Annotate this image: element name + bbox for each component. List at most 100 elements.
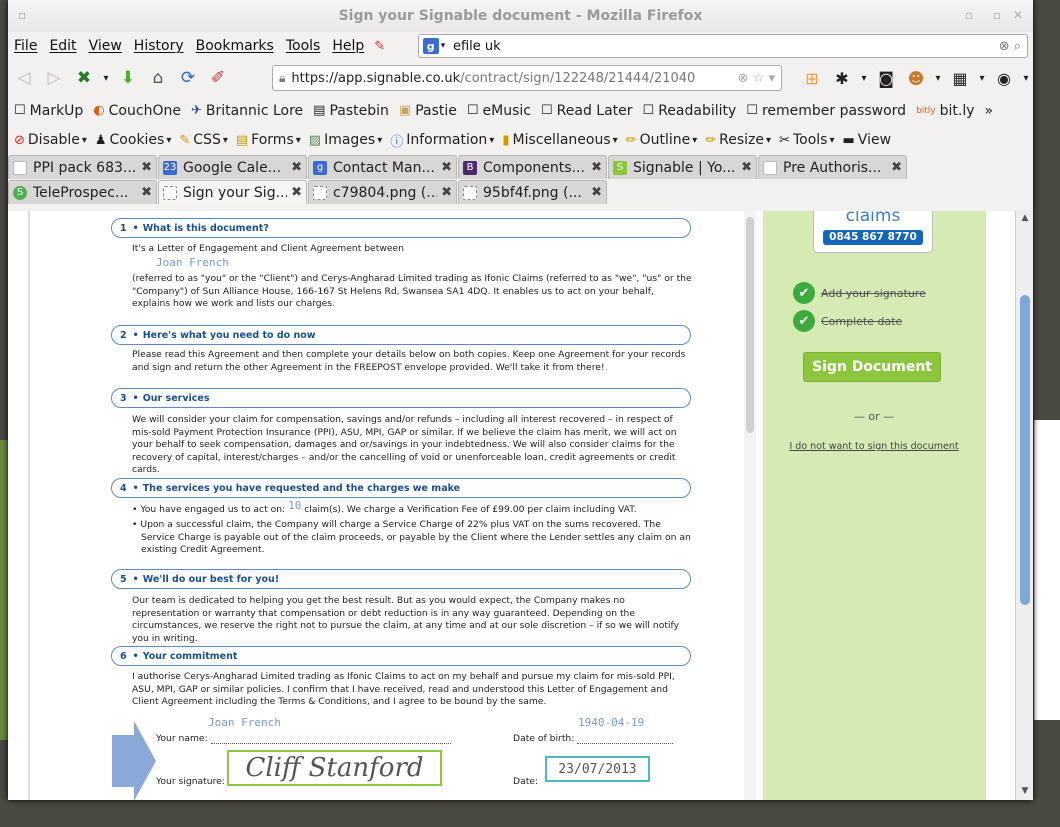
- rss-icon[interactable]: ⊞: [797, 66, 827, 90]
- bookmark-remember-password[interactable]: ☐ remember password: [746, 103, 906, 119]
- wd-resize[interactable]: ✏ Resize ▾: [705, 132, 771, 148]
- tab-signable[interactable]: S Signable | Yo... ✖: [608, 155, 757, 179]
- document-scroll-thumb[interactable]: [746, 217, 754, 433]
- menu-view[interactable]: View: [89, 38, 122, 54]
- tab-close-icon[interactable]: ✖: [441, 160, 452, 175]
- tab-close-icon[interactable]: ✖: [291, 185, 302, 200]
- tab-close-icon[interactable]: ✖: [141, 160, 152, 175]
- forward-icon[interactable]: ▷: [40, 64, 68, 92]
- bookmarks-overflow-icon[interactable]: »: [985, 103, 994, 119]
- tab-teleprospector[interactable]: S TeleProspec... ✖: [8, 180, 157, 204]
- reload-icon[interactable]: ⟳: [174, 64, 202, 92]
- search-box[interactable]: g ▾ efile uk ⊗ ⌕: [418, 34, 1028, 58]
- account-icon[interactable]: ◉: [989, 66, 1019, 90]
- page-scroll-thumb[interactable]: [1020, 295, 1030, 605]
- sign-document-button[interactable]: Sign Document: [803, 352, 941, 382]
- tab-close-icon[interactable]: ✖: [591, 160, 602, 175]
- bookmark-emusic[interactable]: ☐ eMusic: [467, 103, 531, 119]
- eraser-icon[interactable]: ✐: [204, 64, 232, 92]
- wd-forms[interactable]: ▤ Forms ▾: [236, 132, 301, 148]
- account-dropdown-icon[interactable]: ▾: [1019, 66, 1033, 90]
- extension-icon[interactable]: ◙: [871, 66, 901, 90]
- bookmark-read-later[interactable]: ☐ Read Later: [541, 103, 633, 119]
- download-icon[interactable]: ⬇: [114, 64, 142, 92]
- grid-icon[interactable]: ▦: [945, 66, 975, 90]
- bookmark-couchone[interactable]: ◐ CouchOne: [93, 103, 181, 119]
- tab-close-icon[interactable]: ✖: [741, 160, 752, 175]
- page-scrollbar[interactable]: ▲ ▼: [1015, 211, 1033, 800]
- wd-images[interactable]: ▨ Images ▾: [309, 132, 382, 148]
- addon-icon[interactable]: ✎: [374, 39, 385, 54]
- signature-box[interactable]: Cliff Stanford: [227, 750, 442, 786]
- section-title: What is this document?: [142, 222, 269, 234]
- bookmark-bitly[interactable]: bitly bit.ly: [916, 103, 974, 119]
- name-field[interactable]: Your name:: [156, 733, 451, 744]
- tab-label: 95bf4f.png (...: [483, 184, 582, 201]
- tab-google-calendar[interactable]: 23 Google Cale... ✖: [158, 155, 307, 179]
- tab-ppi-pack[interactable]: PPI pack 683... ✖: [8, 155, 157, 179]
- section-number: 5: [120, 573, 127, 585]
- tab-close-icon[interactable]: ✖: [141, 185, 152, 200]
- bookmark-pastebin[interactable]: ▤ Pastebin: [313, 103, 389, 119]
- greasemonkey-dropdown-icon[interactable]: ▾: [931, 66, 945, 90]
- bookmark-label: eMusic: [482, 102, 531, 119]
- wd-cookies[interactable]: ♟ Cookies ▾: [95, 132, 172, 148]
- wd-information[interactable]: ⓘ Information ▾: [390, 131, 494, 150]
- url-bar[interactable]: 🔒︎ https://app.signable.co.uk/contract/s…: [272, 65, 782, 91]
- scroll-up-icon[interactable]: ▲: [1019, 213, 1031, 225]
- tab-pre-authorisation[interactable]: Pre Authoris... ✖: [758, 155, 907, 179]
- menu-tools[interactable]: Tools: [286, 38, 321, 54]
- maximize-icon[interactable]: ▫: [993, 8, 1001, 22]
- bug-icon[interactable]: ✱: [827, 66, 857, 90]
- stop-dropdown-icon[interactable]: ▾: [100, 64, 112, 92]
- menu-edit[interactable]: Edit: [49, 38, 76, 54]
- home-icon[interactable]: ⌂: [144, 64, 172, 92]
- minimize-icon[interactable]: ▫: [965, 8, 973, 22]
- section-5-header: 5 • We'll do our best for you!: [111, 569, 691, 589]
- close-window-icon[interactable]: ✕: [1013, 8, 1023, 22]
- menu-help[interactable]: Help: [332, 38, 364, 54]
- search-clear-icon[interactable]: ⊗ ⌕: [999, 39, 1021, 54]
- tab-contact-manager[interactable]: g Contact Man... ✖: [308, 155, 457, 179]
- wd-disable[interactable]: ⊘ Disable ▾: [14, 132, 87, 148]
- decline-sign-link[interactable]: I do not want to sign this document: [763, 441, 985, 452]
- section-number: 6: [120, 650, 127, 662]
- tab-close-icon[interactable]: ✖: [591, 185, 602, 200]
- wd-view[interactable]: ▬ View: [843, 132, 892, 148]
- date-input[interactable]: 23/07/2013: [545, 756, 650, 782]
- section-title: Our services: [142, 392, 210, 404]
- wd-outline[interactable]: ✏ Outline ▾: [626, 132, 698, 148]
- menu-bookmarks[interactable]: Bookmarks: [196, 38, 274, 54]
- section-4-bullet-1: • You have engaged us to act on: 10 clai…: [132, 499, 637, 515]
- grid-dropdown-icon[interactable]: ▾: [975, 66, 989, 90]
- signing-sidebar: claims 0845 867 8770 ✔ Add your signature…: [763, 211, 985, 800]
- tab-sign-your-signable[interactable]: Sign your Sig... ✖: [158, 180, 307, 204]
- tab-close-icon[interactable]: ✖: [441, 185, 452, 200]
- wd-tools[interactable]: ✂ Tools ▾: [779, 132, 834, 148]
- greasemonkey-icon[interactable]: ☻: [901, 66, 931, 90]
- tab-close-icon[interactable]: ✖: [291, 160, 302, 175]
- bookmark-markup[interactable]: ☐ MarkUp: [14, 103, 83, 119]
- tab-95bf4f-png[interactable]: 95bf4f.png (... ✖: [458, 180, 607, 204]
- url-actions-icon[interactable]: ⊗ ☆ ▾: [738, 71, 775, 86]
- back-icon[interactable]: ◁: [10, 64, 38, 92]
- scroll-down-icon[interactable]: ▼: [1019, 786, 1031, 798]
- dob-field[interactable]: Date of birth:: [513, 733, 674, 744]
- wd-miscellaneous[interactable]: ▮ Miscellaneous ▾: [502, 132, 617, 148]
- bug-dropdown-icon[interactable]: ▾: [857, 66, 871, 90]
- tab-components[interactable]: B Components... ✖: [458, 155, 607, 179]
- bookmark-britannic-lore[interactable]: ✈ Britannic Lore: [191, 103, 303, 119]
- stop-icon[interactable]: ✖: [70, 64, 98, 92]
- dob-label: Date of birth:: [513, 733, 575, 744]
- search-input[interactable]: efile uk: [453, 39, 501, 54]
- tab-close-icon[interactable]: ✖: [891, 160, 902, 175]
- tab-c79804-png[interactable]: c79804.png (... ✖: [308, 180, 457, 204]
- bookmark-pastie[interactable]: ▣ Pastie: [399, 103, 457, 119]
- bookmark-readability[interactable]: ☐ Readability: [643, 103, 737, 119]
- wd-css[interactable]: ✎ CSS ▾: [179, 132, 228, 148]
- search-engine-button[interactable]: g ▾: [419, 35, 449, 57]
- document-scrollbar[interactable]: [744, 211, 756, 800]
- menu-file[interactable]: File: [14, 38, 37, 54]
- tab-label: TeleProspec...: [33, 184, 129, 201]
- menu-history[interactable]: History: [134, 38, 184, 54]
